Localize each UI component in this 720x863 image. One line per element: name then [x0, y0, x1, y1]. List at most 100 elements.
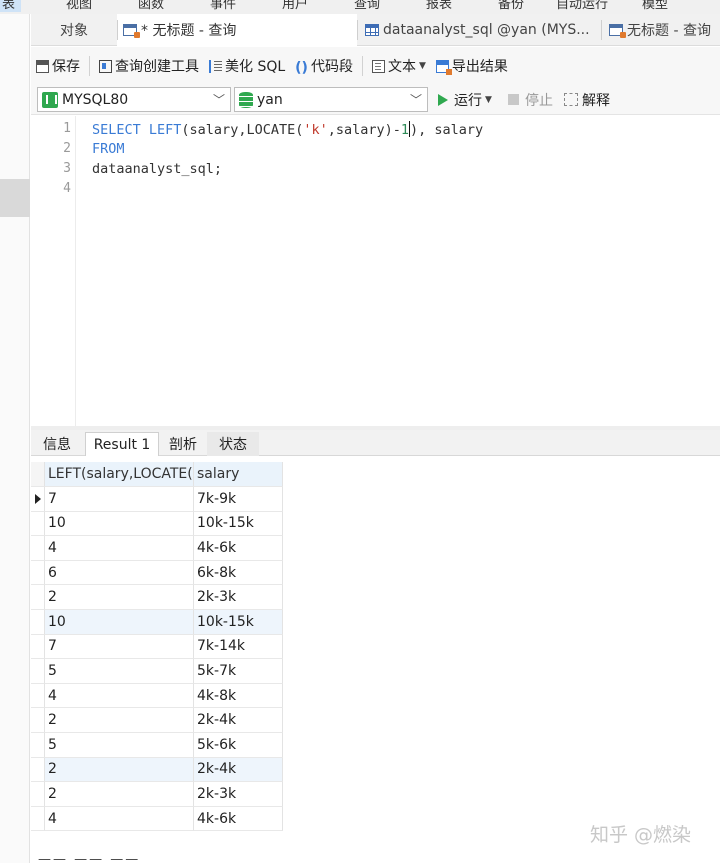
menu-item-view[interactable]: 视图	[66, 0, 92, 12]
menu-item-user[interactable]: 用户	[282, 0, 308, 12]
row-selector[interactable]	[31, 511, 45, 537]
row-selector[interactable]	[31, 708, 45, 733]
line-number: 4	[63, 181, 71, 196]
table-cell[interactable]: 2	[45, 585, 194, 610]
table-cell[interactable]: 7	[45, 487, 194, 512]
table-row[interactable]: 4 4k-6k	[31, 536, 283, 561]
row-selector[interactable]	[31, 536, 45, 561]
text-mode-button[interactable]: 文本 ▼	[367, 53, 431, 79]
column-header[interactable]: salary	[194, 462, 283, 487]
sql-text: ), salary	[410, 122, 484, 138]
table-cell[interactable]: 2	[45, 757, 194, 783]
table-cell[interactable]: 10k-15k	[194, 511, 283, 537]
tab-separator	[601, 20, 602, 40]
tab-untitled-query[interactable]: 无标题 - 查询	[601, 14, 720, 46]
status-bar-partial: —— —— ——	[38, 852, 141, 863]
table-cell[interactable]: 7	[45, 634, 194, 660]
code-line-1[interactable]: SELECT LEFT(salary,LOCATE('k',salary)-1)…	[92, 121, 483, 138]
table-cell[interactable]: 5k-6k	[194, 733, 283, 758]
table-row[interactable]: 10 10k-15k	[31, 610, 283, 635]
menu-item-event[interactable]: 事件	[210, 0, 236, 12]
table-cell[interactable]: 2k-3k	[194, 782, 283, 807]
table-row[interactable]: 2 2k-3k	[31, 782, 283, 807]
table-row[interactable]: 4 4k-8k	[31, 683, 283, 709]
connection-select[interactable]: MYSQL80 ﹀	[37, 87, 231, 112]
sql-editor[interactable]: 1 2 3 4 SELECT LEFT(salary,LOCATE('k',sa…	[31, 116, 720, 426]
table-cell[interactable]: 2	[45, 782, 194, 807]
explain-button[interactable]: 解释	[564, 87, 610, 112]
tab-profile[interactable]: 剖析	[159, 432, 207, 456]
table-cell[interactable]: 10k-15k	[194, 610, 283, 635]
tab-objects[interactable]: 对象	[31, 14, 117, 46]
table-cell[interactable]: 4k-8k	[194, 683, 283, 709]
table-row[interactable]: 4 4k-6k	[31, 806, 283, 832]
row-selector[interactable]	[31, 585, 45, 610]
table-row[interactable]: 2 2k-4k	[31, 757, 283, 783]
table-cell[interactable]: 2k-4k	[194, 757, 283, 783]
row-selector[interactable]	[31, 659, 45, 684]
tab-status[interactable]: 状态	[207, 432, 259, 456]
code-line-2[interactable]: FROM	[92, 141, 125, 157]
line-number: 1	[63, 121, 71, 136]
code-line-3[interactable]: dataanalyst_sql;	[92, 161, 222, 177]
menu-item-backup[interactable]: 备份	[498, 0, 524, 12]
menu-item-model[interactable]: 模型	[642, 0, 668, 12]
tab-table-dataanalyst[interactable]: dataanalyst_sql @yan (MYS...	[357, 14, 601, 46]
table-row[interactable]: 6 6k-8k	[31, 560, 283, 586]
stop-button[interactable]: 停止	[508, 87, 553, 112]
row-selector[interactable]	[31, 683, 45, 709]
table-cell[interactable]: 2k-4k	[194, 708, 283, 733]
table-cell[interactable]: 10	[45, 610, 194, 635]
table-cell[interactable]: 4	[45, 806, 194, 832]
table-row[interactable]: 5 5k-6k	[31, 733, 283, 758]
table-cell[interactable]: 2k-3k	[194, 585, 283, 610]
table-cell[interactable]: 4	[45, 683, 194, 709]
tab-label: 对象	[60, 23, 88, 39]
row-selector[interactable]	[31, 634, 45, 660]
menu-item-query[interactable]: 查询	[354, 0, 380, 12]
save-button[interactable]: 保存	[31, 53, 85, 79]
run-button[interactable]: 运行 ▼	[438, 87, 492, 112]
row-selector[interactable]	[31, 487, 45, 512]
menu-item-report[interactable]: 报表	[426, 0, 452, 12]
table-cell[interactable]: 6	[45, 560, 194, 586]
row-selector[interactable]	[31, 806, 45, 832]
menu-item-function[interactable]: 函数	[138, 0, 164, 12]
table-row[interactable]: 2 2k-4k	[31, 708, 283, 733]
query-builder-button[interactable]: 查询创建工具	[94, 53, 204, 79]
database-select[interactable]: yan ﹀	[234, 87, 428, 112]
table-cell[interactable]: 5	[45, 733, 194, 758]
row-selector[interactable]	[31, 782, 45, 807]
table-cell[interactable]: 5k-7k	[194, 659, 283, 684]
code-snippet-button[interactable]: () 代码段	[290, 53, 358, 79]
export-results-button[interactable]: 导出结果	[431, 53, 513, 79]
sidebar-selection[interactable]	[0, 179, 30, 217]
table-row[interactable]: 7 7k-14k	[31, 634, 283, 660]
row-selector[interactable]	[31, 610, 45, 635]
table-cell[interactable]: 6k-8k	[194, 560, 283, 586]
menu-item-automation[interactable]: 自动运行	[556, 0, 608, 12]
tab-untitled-query-active[interactable]: * 无标题 - 查询	[117, 14, 357, 46]
table-row[interactable]: 7 7k-9k	[31, 487, 283, 512]
sql-string: 'k'	[303, 122, 328, 138]
table-cell[interactable]: 7k-14k	[194, 634, 283, 660]
table-cell[interactable]: 10	[45, 511, 194, 537]
table-cell[interactable]: 5	[45, 659, 194, 684]
row-selector[interactable]	[31, 560, 45, 586]
table-cell[interactable]: 4k-6k	[194, 806, 283, 832]
row-selector[interactable]	[31, 733, 45, 758]
beautify-sql-button[interactable]: 美化 SQL	[204, 53, 290, 79]
table-row[interactable]: 5 5k-7k	[31, 659, 283, 684]
table-cell[interactable]: 4	[45, 536, 194, 561]
code-snippet-label: 代码段	[310, 59, 353, 75]
table-cell[interactable]: 4k-6k	[194, 536, 283, 561]
table-cell[interactable]: 7k-9k	[194, 487, 283, 512]
tab-info[interactable]: 信息	[33, 432, 81, 456]
menu-item-table[interactable]: 表	[0, 0, 22, 12]
column-header[interactable]: LEFT(salary,LOCATE(	[45, 462, 194, 487]
table-row[interactable]: 2 2k-3k	[31, 585, 283, 610]
tab-result-1[interactable]: Result 1	[85, 432, 159, 456]
table-cell[interactable]: 2	[45, 708, 194, 733]
table-row[interactable]: 10 10k-15k	[31, 511, 283, 537]
row-selector[interactable]	[31, 757, 45, 783]
